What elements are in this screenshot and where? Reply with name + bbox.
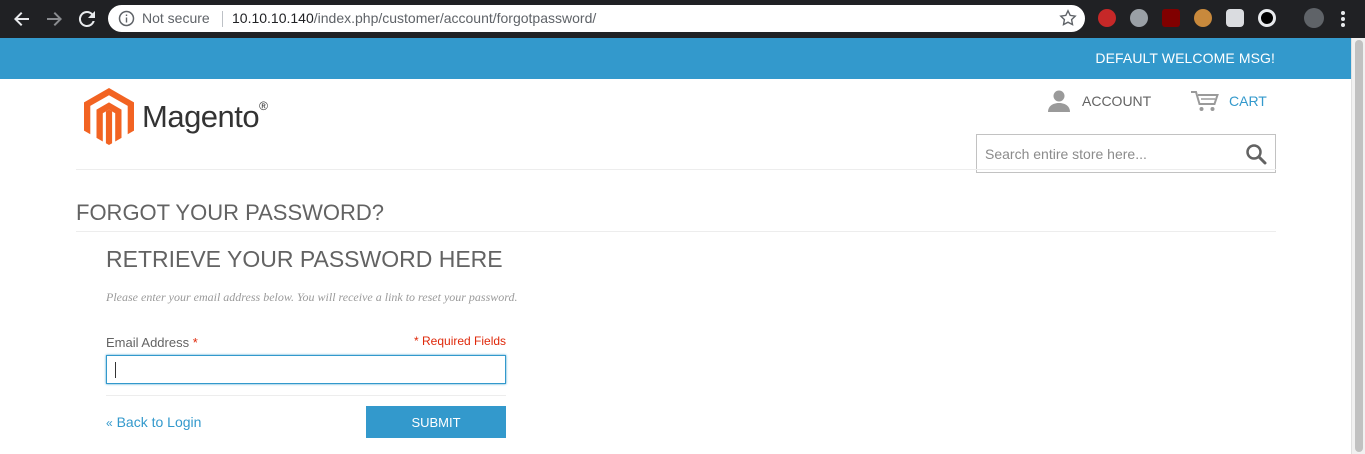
required-fields-note: * Required Fields [414, 334, 507, 348]
cart-icon [1191, 91, 1219, 111]
welcome-message: DEFAULT WELCOME MSG! [1095, 50, 1275, 66]
account-icon [1048, 90, 1070, 112]
logo-registered-mark: ® [259, 98, 268, 113]
email-field[interactable] [106, 355, 506, 384]
email-label: Email Address * [106, 335, 198, 350]
record-extension-icon[interactable] [1258, 9, 1276, 27]
search-input[interactable] [977, 135, 1237, 172]
logo-text: Magento [142, 98, 260, 134]
header-divider [76, 169, 1276, 170]
submit-button[interactable]: SUBMIT [366, 406, 506, 438]
address-bar[interactable]: Not secure 10.10.10.140/index.php/custom… [108, 5, 1085, 32]
info-icon[interactable] [118, 10, 135, 27]
cart-link[interactable]: CART [1190, 90, 1267, 112]
welcome-bar: DEFAULT WELCOME MSG! [0, 38, 1351, 79]
logo-wordmark: Magento® [142, 98, 268, 135]
reload-icon[interactable] [75, 7, 99, 31]
form-description: Please enter your email address below. Y… [106, 290, 518, 304]
form-heading: RETRIEVE YOUR PASSWORD HERE [106, 246, 503, 272]
browser-toolbar: Not secure 10.10.10.140/index.php/custom… [0, 0, 1365, 38]
email-label-text: Email Address [106, 335, 190, 350]
required-asterisk: * [192, 335, 198, 350]
address-separator [222, 11, 223, 27]
cart-label: CART [1229, 93, 1267, 109]
search-icon[interactable] [1245, 143, 1267, 165]
magento-logo-icon [84, 88, 134, 145]
scrollbar-thumb[interactable] [1355, 40, 1363, 452]
ublock-extension-icon[interactable] [1162, 9, 1180, 27]
form-divider [106, 395, 506, 396]
page-scrollbar[interactable] [1351, 38, 1365, 454]
url-host: 10.10.10.140 [232, 10, 314, 26]
star-icon[interactable] [1059, 9, 1077, 27]
page-title: FORGOT YOUR PASSWORD? [76, 200, 385, 225]
back-arrow-icon[interactable] [10, 7, 34, 31]
url-path: /index.php/customer/account/forgotpasswo… [313, 10, 597, 26]
adblock-extension-icon[interactable] [1098, 9, 1116, 27]
account-link[interactable]: ACCOUNT [1046, 90, 1151, 112]
cookie-extension-icon[interactable] [1194, 9, 1212, 27]
url-text[interactable]: 10.10.10.140/index.php/customer/account/… [232, 10, 596, 26]
chat-extension-icon[interactable] [1226, 9, 1244, 27]
globe-extension-icon[interactable] [1130, 9, 1148, 27]
search-box [976, 134, 1276, 173]
store-logo[interactable]: Magento® [84, 88, 268, 145]
menu-icon[interactable] [1341, 11, 1345, 27]
profile-avatar[interactable] [1304, 8, 1324, 28]
forward-arrow-icon[interactable] [42, 7, 66, 31]
back-label: Back to Login [116, 414, 202, 430]
title-divider [76, 231, 1276, 232]
back-prefix: « [106, 416, 113, 430]
security-label[interactable]: Not secure [142, 10, 210, 26]
back-to-login-link[interactable]: « Back to Login [106, 414, 201, 430]
text-cursor [115, 362, 116, 378]
account-label: ACCOUNT [1082, 93, 1152, 109]
